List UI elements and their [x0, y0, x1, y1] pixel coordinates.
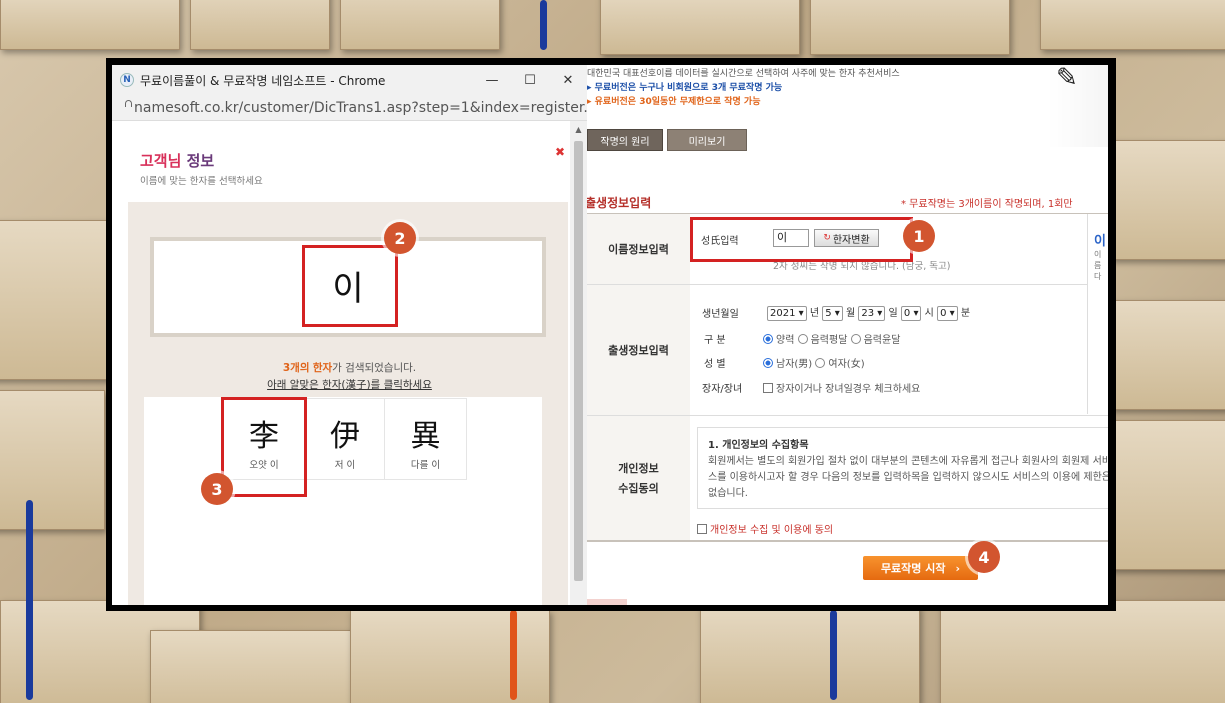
- highlight-hanja-choice: [221, 397, 307, 497]
- minimize-icon[interactable]: —: [473, 73, 511, 88]
- step-badge-4: 4: [968, 541, 1000, 573]
- step-badge-3: 3: [201, 473, 233, 505]
- hanja-popup-window: N 무료이름풀이 & 무료작명 네임소프트 - Chrome — ☐ ✕ nam…: [112, 65, 587, 605]
- radio-solar[interactable]: 양력: [763, 334, 794, 346]
- privacy-title: 1. 개인정보의 수집항목: [708, 440, 809, 451]
- click-prompt: 아래 알맞은 한자(漢子)를 클릭하세요: [267, 379, 432, 391]
- birth-selectors: 2021 ▾ 년 5 ▾ 월 23 ▾ 일 0 ▾ 시 0 ▾ 분: [767, 304, 970, 321]
- result-count-text: 3개의 한자가 검색되었습니다.: [282, 362, 417, 374]
- privacy-consent-checkbox[interactable]: 개인정보 수집 및 이용에 동의: [697, 521, 833, 536]
- hanja-option-i-different[interactable]: 異 다를 이: [384, 398, 467, 480]
- tab-naming-principle[interactable]: 작명의 원리: [587, 129, 663, 151]
- intro-line-1: 대한민국 대표선호이름 데이터를 실시간으로 선택하여 사주에 맞는 한자 추천…: [587, 69, 900, 79]
- highlight-surname-input: [690, 217, 913, 262]
- privacy-body: 회원께서는 별도의 회원가입 절차 없이 대부분의 콘텐츠에 자유롭게 접근나 …: [708, 456, 1108, 499]
- gender-options: 남자(男) 여자(女): [763, 355, 865, 370]
- radio-female[interactable]: 여자(女): [815, 358, 865, 370]
- popup-scrollbar[interactable]: ▲: [570, 121, 587, 605]
- section-title: 출생정보입력: [587, 196, 652, 210]
- radio-lunar-leap[interactable]: 음력윤달: [850, 334, 900, 346]
- intro-line-2: ▸ 무료버전은 누구나 비회원으로 3개 무료작명 가능: [587, 83, 783, 93]
- tab-preview[interactable]: 미리보기: [667, 129, 747, 151]
- popup-header-subtitle: 이름에 맞는 한자를 선택하세요: [140, 176, 263, 187]
- close-icon[interactable]: ✕: [549, 73, 587, 88]
- step-badge-1: 1: [903, 220, 935, 252]
- popup-close-icon[interactable]: ✖: [555, 145, 565, 159]
- hanja-option-i-that[interactable]: 伊 저 이: [305, 398, 385, 480]
- calendar-label: 구 분: [704, 335, 726, 346]
- birth-label: 생년월일: [702, 309, 739, 320]
- eldest-label: 장자/장녀: [702, 384, 743, 395]
- calendar-options: 양력 음력평달 음력윤달: [763, 331, 900, 346]
- popup-header-title: 고객님 정보: [140, 152, 215, 170]
- calligraphy-decoration: ✎: [1048, 65, 1108, 147]
- privacy-terms-box[interactable]: 1. 개인정보의 수집항목 회원께서는 별도의 회원가입 절차 없이 대부분의 …: [697, 427, 1108, 509]
- row-birth-label: 출생정보입력: [587, 285, 690, 415]
- maximize-icon[interactable]: ☐: [511, 73, 549, 88]
- radio-lunar[interactable]: 음력평달: [797, 334, 847, 346]
- row-privacy-label: 개인정보 수집동의: [587, 416, 690, 540]
- highlight-entered-char: [302, 245, 398, 327]
- month-select[interactable]: 5 ▾: [822, 306, 843, 321]
- gender-label: 성 별: [704, 359, 726, 370]
- free-naming-notice: * 무료작명는 3개이름이 작명되며, 1회만: [901, 199, 1073, 210]
- namesoft-favicon: N: [120, 73, 134, 87]
- side-panel: 이 이름 다: [1087, 214, 1108, 414]
- naming-form-page: 대한민국 대표선호이름 데이터를 실시간으로 선택하여 사주에 맞는 한자 추천…: [587, 65, 1108, 605]
- year-select[interactable]: 2021 ▾: [767, 306, 807, 321]
- url-text: namesoft.co.kr/customer/DicTrans1.asp?st…: [134, 99, 587, 116]
- step-badge-2: 2: [384, 222, 416, 254]
- scrollbar-thumb[interactable]: [574, 141, 583, 581]
- intro-line-3: ▸ 유료버전은 30일동안 무제한으로 작명 가능: [587, 97, 761, 107]
- chevron-right-icon: ›: [955, 561, 961, 575]
- minute-select[interactable]: 0 ▾: [937, 306, 958, 321]
- start-naming-button[interactable]: 무료작명 시작 ›: [863, 556, 978, 580]
- hour-select[interactable]: 0 ▾: [900, 306, 922, 321]
- address-bar[interactable]: namesoft.co.kr/customer/DicTrans1.asp?st…: [112, 95, 587, 121]
- row-name-label: 이름정보입력: [587, 214, 690, 284]
- window-titlebar: N 무료이름풀이 & 무료작명 네임소프트 - Chrome — ☐ ✕: [112, 65, 587, 95]
- eldest-checkbox[interactable]: 장자이거나 장녀일경우 체크하세요: [763, 380, 920, 395]
- window-title: 무료이름풀이 & 무료작명 네임소프트 - Chrome: [140, 73, 386, 88]
- day-select[interactable]: 23 ▾: [858, 306, 886, 321]
- radio-male[interactable]: 남자(男): [763, 358, 812, 370]
